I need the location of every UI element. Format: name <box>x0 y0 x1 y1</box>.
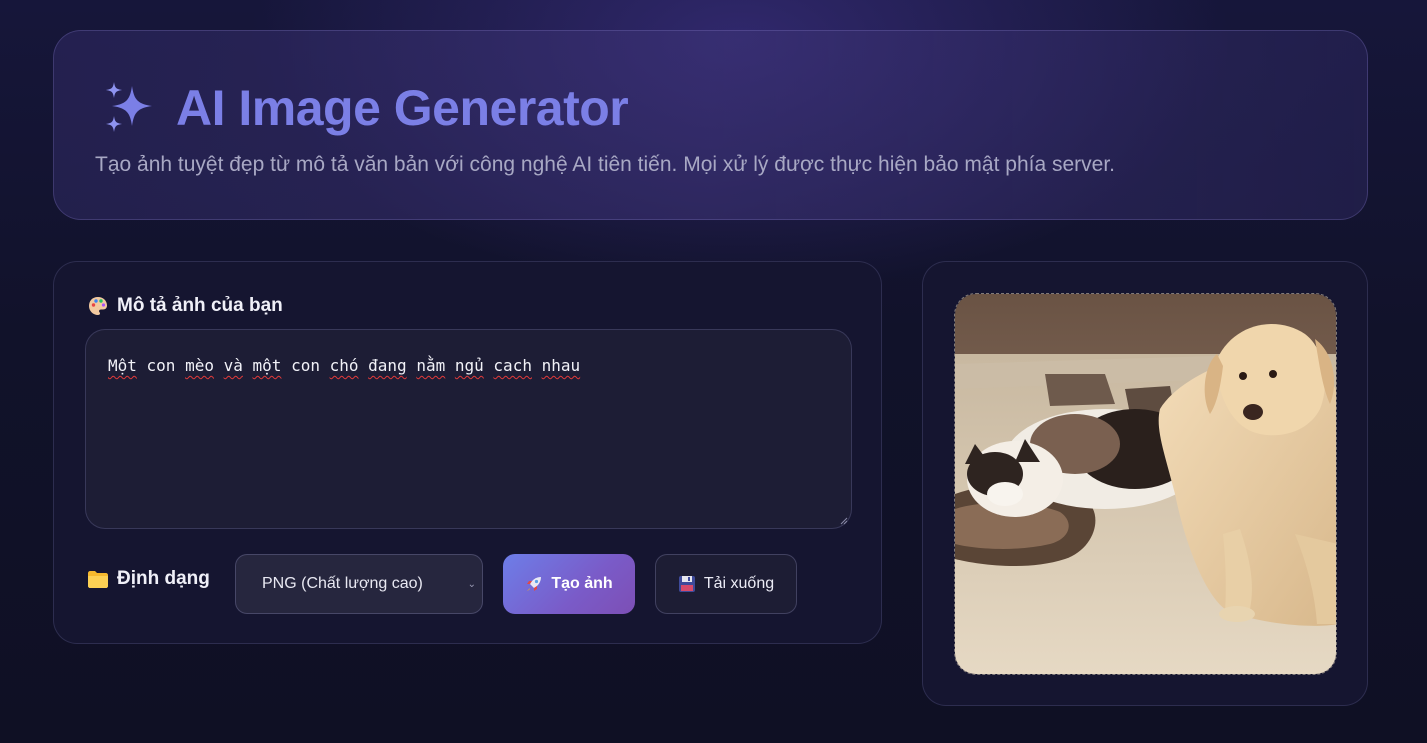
prompt-label-text: Mô tả ảnh của bạn <box>117 295 283 316</box>
download-button[interactable]: Tải xuống <box>655 554 797 614</box>
prompt-word-5: một <box>252 356 282 375</box>
sparkles-icon <box>106 82 152 132</box>
palette-icon <box>89 297 107 315</box>
download-label: Tải xuống <box>703 575 775 592</box>
create-image-label: Tạo ảnh <box>551 575 613 592</box>
cat-and-dog-image <box>955 294 1336 674</box>
preview-card <box>922 261 1368 706</box>
prompt-word-11: cach <box>493 356 532 375</box>
prompt-card: Mô tả ảnh của bạn Một con mèo và một con… <box>53 261 882 644</box>
floppy-disk-icon <box>678 576 695 592</box>
prompt-textarea[interactable]: Một con mèo và một con chó đang nằm ngủ … <box>85 329 852 529</box>
format-selected-value: PNG (Chất lượng cao) <box>262 575 423 592</box>
header-panel: AI Image Generator Tạo ảnh tuyệt đẹp từ … <box>53 30 1368 220</box>
rocket-icon <box>527 577 542 591</box>
page-title: AI Image Generator <box>176 80 629 136</box>
format-select[interactable]: PNG (Chất lượng cao) ⌄ <box>235 554 483 614</box>
prompt-text: Một con mèo và một con chó đang nằm ngủ … <box>108 356 581 375</box>
generated-image <box>954 293 1337 675</box>
page-subtitle: Tạo ảnh tuyệt đẹp từ mô tả văn bản với c… <box>95 153 1115 176</box>
prompt-word-12: nhau <box>541 356 581 375</box>
prompt-label: Mô tả ảnh của bạn <box>87 295 283 317</box>
prompt-word-10: ngủ <box>454 356 484 375</box>
create-image-button[interactable]: Tạo ảnh <box>503 554 635 614</box>
prompt-word-1: Một <box>108 356 137 375</box>
resize-grip-icon[interactable] <box>840 517 848 525</box>
chevron-down-icon: ⌄ <box>467 579 476 590</box>
prompt-word-3: mèo <box>185 356 214 375</box>
folder-icon <box>88 571 108 588</box>
prompt-word-4: và <box>223 356 243 375</box>
title-row: AI Image Generator <box>102 79 629 137</box>
format-label: Định dạng <box>87 568 210 590</box>
prompt-word-7: chó <box>329 356 359 375</box>
format-label-text: Định dạng <box>117 568 210 589</box>
prompt-word-8: đang <box>368 356 407 375</box>
prompt-word-9: nằm <box>416 356 446 375</box>
